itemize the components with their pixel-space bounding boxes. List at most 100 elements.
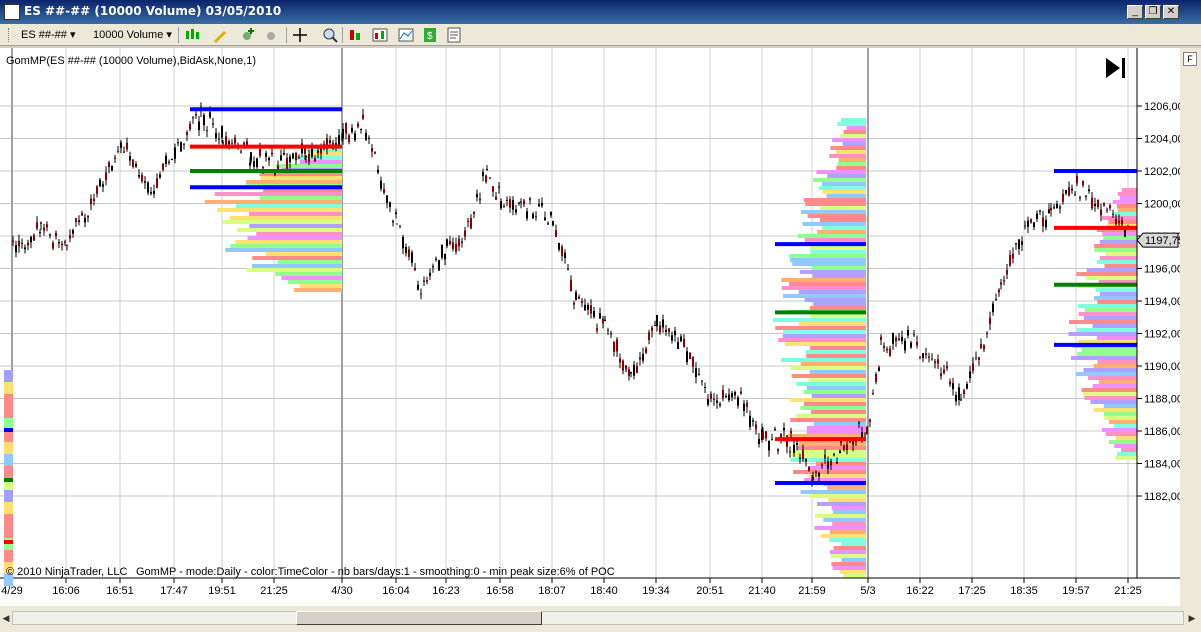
profile-bar: [830, 146, 866, 150]
candle-body: [120, 142, 122, 148]
scroll-left-icon[interactable]: ◀: [0, 611, 12, 625]
candle-body: [212, 123, 214, 125]
chart-style-icon[interactable]: [398, 27, 414, 43]
profile-bar: [808, 466, 866, 470]
candle-body: [758, 438, 760, 445]
add-indicator-icon[interactable]: [240, 27, 256, 43]
candle-body: [464, 230, 466, 237]
profile-bar: [810, 250, 866, 254]
candle-body: [1091, 197, 1093, 209]
candle-body: [105, 172, 107, 181]
profile-bar: [797, 234, 866, 238]
candle-body: [1027, 220, 1029, 227]
profile-bar: [818, 186, 866, 190]
candle-body: [805, 458, 807, 462]
profile-bar: [1097, 360, 1137, 364]
profile-bar: [294, 288, 342, 292]
profile-bar: [816, 170, 866, 174]
format-button[interactable]: F: [1183, 52, 1197, 66]
chevron-down-icon: ▾: [69, 29, 76, 41]
y-tick-label: 1200,00: [1144, 199, 1180, 211]
profile-bar: [821, 182, 866, 186]
strategy-icon[interactable]: [348, 27, 364, 43]
candle-body: [129, 156, 131, 161]
candle-body: [395, 212, 397, 215]
profile-bar: [1097, 300, 1137, 304]
candle-body: [818, 472, 820, 477]
candle-body: [1097, 199, 1099, 208]
candle-body: [467, 220, 469, 222]
period-selector[interactable]: 10000 Volume ▾: [90, 27, 172, 43]
candle-body: [165, 155, 167, 165]
candle-body: [314, 157, 316, 162]
profile-bar: [829, 538, 866, 542]
profile-bar: [1113, 424, 1137, 428]
candle-body: [520, 201, 522, 203]
skip-to-end-icon[interactable]: [1106, 58, 1125, 78]
profile-bar: [812, 266, 866, 270]
candle-body: [186, 132, 188, 136]
candle-body: [633, 364, 635, 376]
zoom-icon[interactable]: [322, 27, 338, 43]
candle-body: [102, 184, 104, 187]
candle-body: [215, 132, 217, 139]
minimize-button[interactable]: _: [1127, 5, 1143, 19]
candle-body: [498, 186, 500, 188]
scroll-right-icon[interactable]: ▶: [1186, 611, 1198, 625]
strip-segment: [4, 454, 13, 466]
candle-body: [1048, 209, 1050, 214]
profile-bar: [1099, 256, 1137, 260]
price-chart[interactable]: 1206,001204,001202,001200,001198,001196,…: [0, 48, 1184, 606]
candle-body: [1112, 213, 1114, 215]
candle-body: [596, 328, 598, 331]
properties-icon[interactable]: [446, 27, 462, 43]
candle-body: [485, 175, 487, 182]
remove-indicator-icon[interactable]: [264, 27, 280, 43]
candle-body: [972, 363, 974, 371]
candle-body: [147, 182, 149, 193]
candle-body: [411, 252, 413, 263]
strip-segment: [4, 442, 13, 454]
candle-body: [354, 133, 356, 141]
candle-body: [827, 461, 829, 469]
profile-bar: [809, 306, 866, 310]
candle-body: [228, 141, 230, 145]
candle-body: [1118, 220, 1120, 223]
candle-body: [1000, 282, 1002, 285]
instrument-selector[interactable]: ES ##-## ▾: [18, 27, 75, 43]
candle-body: [573, 302, 575, 305]
price-marker-icon[interactable]: $: [422, 27, 438, 43]
candle-body: [983, 345, 985, 350]
scroll-thumb[interactable]: [296, 611, 542, 625]
profile-bar: [214, 192, 342, 196]
x-tick-label: 5/3: [860, 585, 875, 597]
candle-body: [978, 357, 980, 360]
right-margin: F: [1180, 48, 1201, 606]
drawing-tool-icon[interactable]: [212, 27, 228, 43]
chart-panel[interactable]: 1206,001204,001202,001200,001198,001196,…: [0, 48, 1184, 606]
candle-body: [526, 211, 528, 219]
toolbar-grip[interactable]: [8, 28, 12, 42]
profile-bar: [816, 502, 866, 506]
candle-body: [830, 460, 832, 466]
horizontal-scrollbar[interactable]: ◀ ▶: [0, 606, 1201, 632]
candle-body: [610, 333, 612, 335]
restore-button[interactable]: ❐: [1145, 5, 1161, 19]
crosshair-icon[interactable]: [292, 27, 308, 43]
bar-style-icon[interactable]: [184, 27, 200, 43]
profile-bar: [798, 290, 866, 294]
candle-body: [486, 169, 488, 171]
close-button[interactable]: ✕: [1163, 5, 1179, 19]
candle-body: [371, 148, 373, 152]
profile-bar: [249, 224, 342, 228]
x-tick-label: 16:04: [382, 585, 410, 597]
candle-body: [283, 152, 285, 155]
candle-body: [438, 260, 440, 271]
settings-text: GomMP - mode:Daily - color:TimeColor - n…: [136, 566, 615, 578]
profile-bar: [1103, 412, 1137, 416]
y-tick-label: 1184,00: [1144, 459, 1180, 471]
candle-body: [1042, 217, 1044, 227]
scroll-track[interactable]: [12, 611, 1184, 625]
chart-trader-icon[interactable]: [372, 27, 388, 43]
toolbar-separator: [286, 27, 287, 43]
